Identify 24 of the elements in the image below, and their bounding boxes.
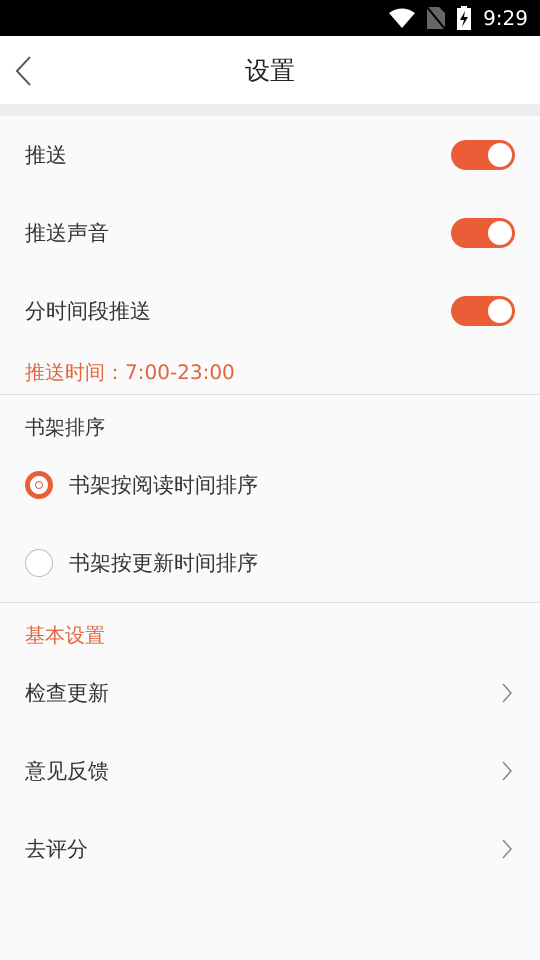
status-time: 9:29	[483, 6, 528, 30]
radio-button[interactable]	[25, 471, 53, 499]
no-sim-icon	[427, 7, 446, 29]
chevron-right-icon	[502, 761, 512, 781]
section-title: 基本设置	[24, 622, 106, 648]
menu-item[interactable]: 意见反馈	[25, 757, 109, 785]
battery-charging-icon	[457, 6, 472, 30]
radio-button[interactable]	[25, 549, 53, 577]
option-label[interactable]: 书架按更新时间排序	[69, 549, 258, 577]
chevron-right-icon	[502, 683, 512, 703]
menu-item[interactable]: 去评分	[25, 835, 88, 863]
toggle-switch[interactable]	[451, 140, 515, 170]
toggle-switch[interactable]	[451, 296, 515, 326]
wifi-icon	[389, 8, 416, 28]
chevron-right-icon	[502, 839, 512, 859]
setting-label: 推送声音	[25, 220, 109, 247]
option-label[interactable]: 书架按阅读时间排序	[69, 471, 258, 499]
setting-label: 分时间段推送	[25, 298, 151, 325]
menu-item[interactable]: 检查更新	[25, 679, 109, 707]
page-title: 设置	[245, 54, 295, 86]
toggle-switch[interactable]	[451, 218, 515, 248]
section-title: 书架排序	[24, 414, 106, 440]
setting-label: 推送	[25, 142, 67, 169]
push-time-text: 推送时间：7:00-23:00	[24, 358, 236, 386]
